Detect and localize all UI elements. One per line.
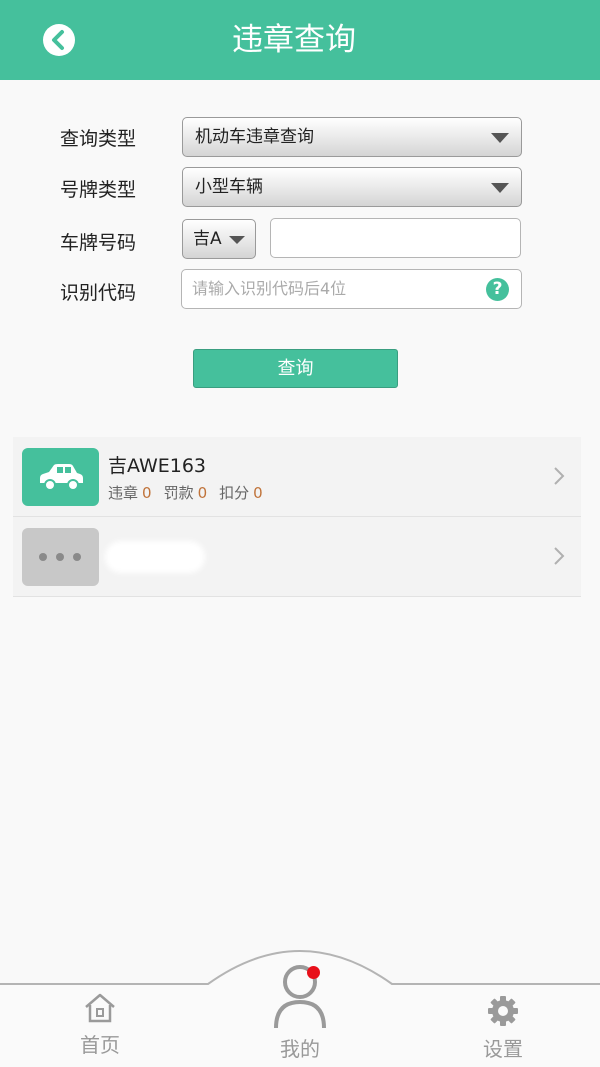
gear-icon xyxy=(488,996,518,1026)
plate-type-value: 小型车辆 xyxy=(195,177,263,197)
plate-type-label: 号牌类型 xyxy=(60,179,137,201)
plate-type-select[interactable]: 小型车辆 xyxy=(182,167,522,207)
vehicle-stats: 违章 0 罚款 0 扣分 0 xyxy=(108,482,275,503)
car-icon xyxy=(22,448,99,506)
user-icon xyxy=(274,965,326,1029)
app-header: 违章查询 xyxy=(0,0,600,80)
nav-mine-label: 我的 xyxy=(280,1037,320,1061)
home-icon xyxy=(85,993,115,1023)
fines-count: 0 xyxy=(197,484,208,502)
more-dots-icon xyxy=(22,528,99,586)
plate-number-label: 车牌号码 xyxy=(60,232,137,254)
chevron-down-icon xyxy=(491,183,509,193)
query-button[interactable]: 查询 xyxy=(193,349,398,388)
nav-settings-label: 设置 xyxy=(483,1037,523,1061)
plate-prefix-value: 吉A xyxy=(193,229,222,249)
vin-input[interactable]: 请输入识别代码后4位 ? xyxy=(181,269,522,309)
plate-prefix-select[interactable]: 吉A xyxy=(182,219,256,259)
list-item[interactable] xyxy=(13,517,581,597)
plate-number-input[interactable] xyxy=(270,218,521,258)
chevron-down-icon xyxy=(491,133,509,143)
violations-count: 0 xyxy=(142,484,152,502)
help-icon[interactable]: ? xyxy=(486,278,509,301)
nav-home-label: 首页 xyxy=(80,1033,120,1057)
points-label: 扣分 xyxy=(219,484,250,502)
query-type-label: 查询类型 xyxy=(60,128,137,150)
fines-label: 罚款 xyxy=(163,484,194,502)
violations-label: 违章 xyxy=(108,484,139,502)
nav-mine[interactable]: 我的 xyxy=(265,962,335,1062)
nav-home[interactable]: 首页 xyxy=(70,992,130,1058)
chevron-right-icon xyxy=(554,547,565,565)
vin-label: 识别代码 xyxy=(60,282,137,304)
plate-number: 吉AWE163 xyxy=(108,455,207,477)
page-title: 违章查询 xyxy=(232,22,356,58)
redacted-text xyxy=(105,541,205,573)
list-item[interactable]: 吉AWE163 违章 0 罚款 0 扣分 0 xyxy=(13,437,581,517)
query-type-value: 机动车违章查询 xyxy=(195,127,314,147)
chevron-down-icon xyxy=(229,236,245,244)
nav-settings[interactable]: 设置 xyxy=(473,994,533,1062)
chevron-right-icon xyxy=(554,467,565,485)
notification-badge xyxy=(307,966,320,979)
query-type-select[interactable]: 机动车违章查询 xyxy=(182,117,522,157)
points-count: 0 xyxy=(253,484,263,502)
vin-placeholder: 请输入识别代码后4位 xyxy=(192,279,347,298)
